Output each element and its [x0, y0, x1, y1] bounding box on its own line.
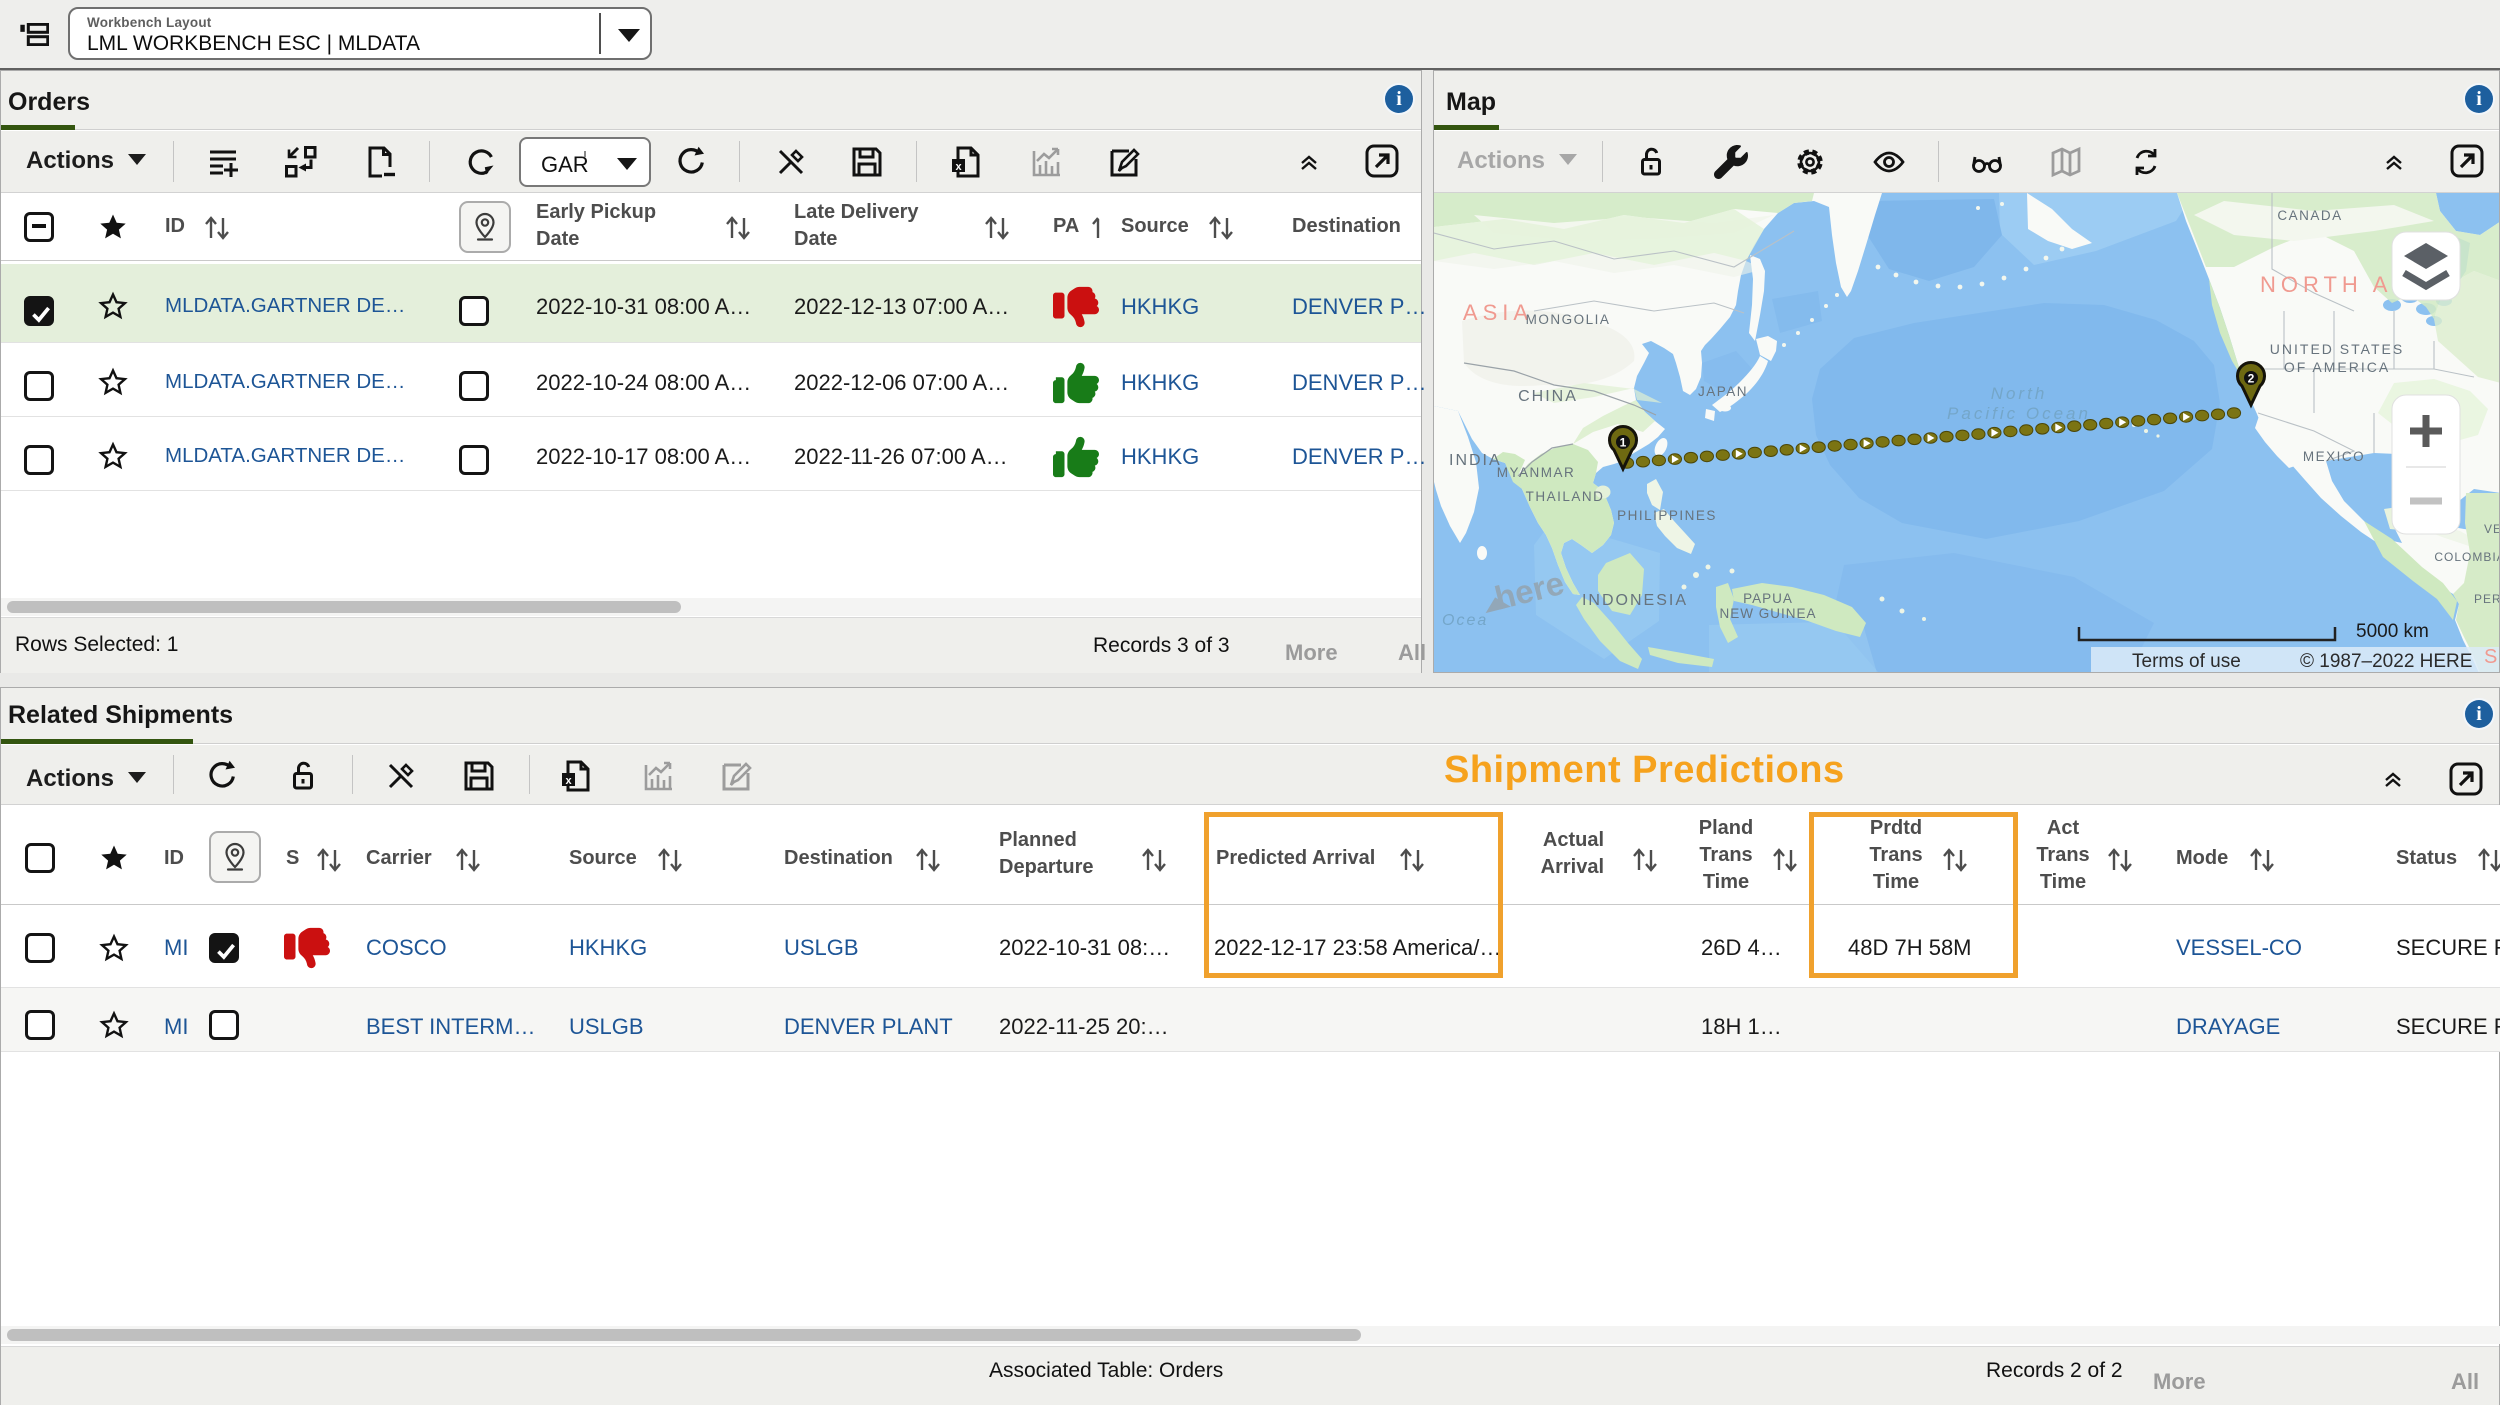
- svg-text:North: North: [1991, 384, 2048, 403]
- svg-text:Pacific Ocean: Pacific Ocean: [1947, 404, 2091, 423]
- svg-text:© 1987–2022 HERE: © 1987–2022 HERE: [2300, 651, 2472, 672]
- svg-text:UNITED STATES: UNITED STATES: [2270, 341, 2404, 357]
- svg-text:1: 1: [1620, 436, 1627, 450]
- svg-text:Terms of use: Terms of use: [2132, 651, 2241, 672]
- svg-text:SO: SO: [2484, 646, 2499, 668]
- svg-text:PAPUA: PAPUA: [1743, 591, 1793, 606]
- svg-text:OF AMERICA: OF AMERICA: [2284, 359, 2390, 375]
- svg-text:Ocea: Ocea: [1442, 612, 1488, 629]
- svg-text:5000 km: 5000 km: [2356, 621, 2429, 642]
- svg-text:COLOMBIA: COLOMBIA: [2434, 550, 2499, 564]
- svg-text:MYANMAR: MYANMAR: [1497, 465, 1576, 480]
- svg-text:THAILAND: THAILAND: [1526, 489, 1605, 504]
- svg-text:INDIA: INDIA: [1449, 452, 1502, 469]
- svg-text:VE: VE: [2484, 522, 2499, 536]
- svg-text:JAPAN: JAPAN: [1698, 384, 1748, 399]
- svg-text:CANADA: CANADA: [2277, 208, 2342, 223]
- svg-text:2: 2: [2248, 372, 2255, 386]
- svg-text:PERU: PERU: [2474, 592, 2499, 606]
- svg-text:CHINA: CHINA: [1518, 388, 1578, 405]
- svg-text:MONGOLIA: MONGOLIA: [1526, 312, 1611, 327]
- svg-text:INDONESIA: INDONESIA: [1582, 592, 1688, 609]
- svg-text:PHILIPPINES: PHILIPPINES: [1617, 508, 1717, 523]
- svg-text:MEXICO: MEXICO: [2303, 449, 2365, 464]
- svg-text:NEW GUINEA: NEW GUINEA: [1719, 606, 1816, 621]
- svg-text:ASIA: ASIA: [1463, 300, 1533, 325]
